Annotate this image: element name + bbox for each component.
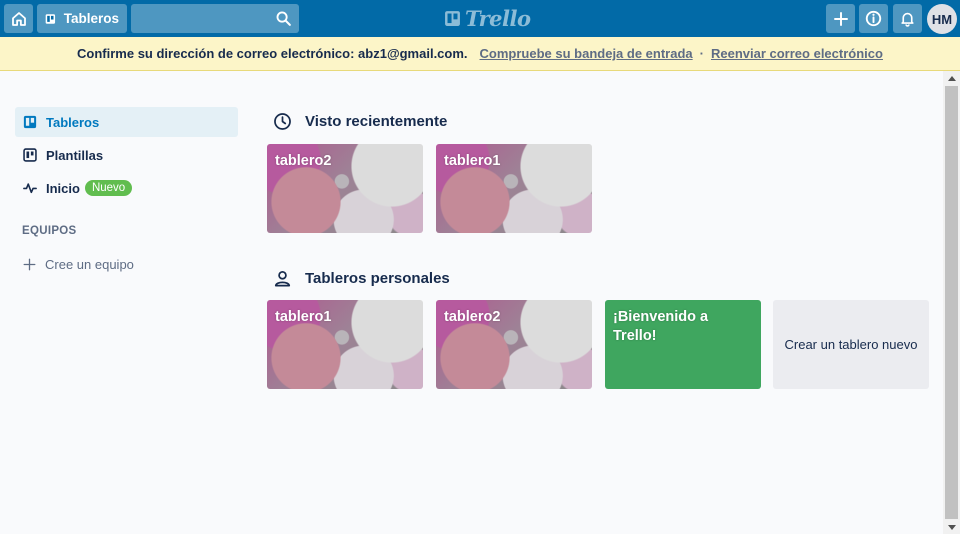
plus-icon (23, 258, 36, 270)
banner-message: Confirme su dirección de correo electrón… (77, 46, 468, 61)
board-tile-welcome[interactable]: ¡Bienvenido a Trello! (605, 300, 761, 389)
board-tile-title: tablero2 (275, 153, 332, 169)
info-icon (865, 10, 882, 27)
create-button[interactable] (826, 4, 855, 33)
recent-section-header: Visto recientemente (273, 112, 447, 131)
sidebar-item-label: Inicio (46, 180, 80, 196)
boards-button-label: Tableros (63, 11, 119, 26)
template-icon (23, 148, 37, 162)
bell-icon (901, 12, 914, 27)
sidebar-item-templates[interactable]: Plantillas (15, 140, 238, 170)
board-tile-title: tablero1 (444, 153, 501, 169)
trello-logo[interactable]: Trello (444, 5, 531, 32)
logo-text: Trello (465, 6, 531, 31)
sidebar-item-boards[interactable]: Tableros (15, 107, 238, 137)
clock-icon (274, 113, 291, 130)
create-team-label: Cree un equipo (45, 256, 134, 272)
boards-button[interactable]: Tableros (37, 4, 127, 33)
personal-section-title: Tableros personales (305, 270, 450, 287)
board-icon (45, 13, 56, 24)
sidebar-item-home[interactable]: Inicio Nuevo (15, 173, 238, 203)
triangle-down-icon (947, 524, 956, 530)
vertical-scrollbar[interactable] (943, 71, 960, 534)
board-tile[interactable]: tablero1 (436, 144, 592, 233)
board-tile-title: ¡Bienvenido a Trello! (613, 309, 709, 344)
search-icon[interactable] (275, 10, 292, 27)
new-badge: Nuevo (84, 180, 133, 196)
personal-section-header: Tableros personales (273, 269, 450, 288)
create-board-label: Crear un tablero nuevo (784, 337, 918, 352)
scroll-down-arrow[interactable] (943, 520, 960, 534)
email-confirmation-banner: Confirme su dirección de correo electrón… (0, 37, 960, 71)
banner-separator: · (699, 46, 704, 61)
board-tile-title: tablero2 (444, 309, 501, 325)
scroll-up-arrow[interactable] (943, 71, 960, 85)
board-tile[interactable]: tablero1 (267, 300, 423, 389)
board-icon (23, 115, 37, 129)
sidebar-item-label: Plantillas (46, 147, 104, 163)
recent-section-title: Visto recientemente (305, 113, 448, 130)
scroll-thumb[interactable] (945, 86, 958, 519)
plus-icon (833, 11, 848, 26)
info-button[interactable] (859, 4, 888, 33)
person-icon (274, 271, 291, 287)
sidebar-item-label: Tableros (46, 114, 100, 130)
board-tile[interactable]: tablero2 (267, 144, 423, 233)
top-header: Tableros Trello HM (0, 0, 960, 37)
board-tile-title: tablero1 (275, 309, 332, 325)
trello-logo-icon (445, 11, 460, 26)
search-box[interactable] (131, 4, 299, 33)
teams-section-title: EQUIPOS (22, 225, 77, 237)
resend-email-link[interactable]: Reenviar correo electrónico (711, 46, 883, 61)
check-inbox-link[interactable]: Compruebe su bandeja de entrada (480, 46, 693, 61)
activity-icon (23, 183, 37, 194)
sidebar: Tableros Plantillas Inicio Nuevo EQUIPOS… (15, 107, 238, 274)
home-icon (11, 11, 26, 26)
home-button[interactable] (4, 4, 33, 33)
triangle-up-icon (947, 75, 956, 81)
search-input[interactable] (131, 4, 299, 33)
create-board-tile[interactable]: Crear un tablero nuevo (773, 300, 929, 389)
notifications-button[interactable] (893, 4, 922, 33)
board-tile[interactable]: tablero2 (436, 300, 592, 389)
create-team-button[interactable]: Cree un equipo (15, 254, 238, 274)
avatar[interactable]: HM (927, 4, 957, 34)
